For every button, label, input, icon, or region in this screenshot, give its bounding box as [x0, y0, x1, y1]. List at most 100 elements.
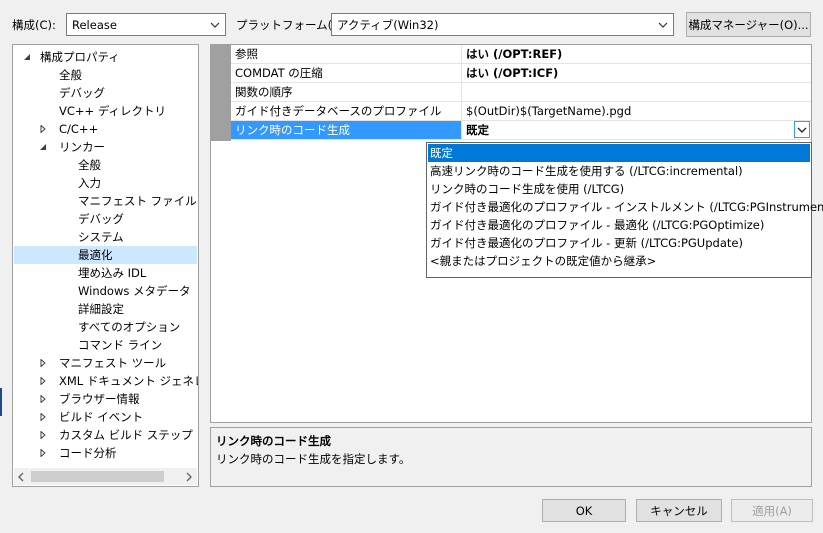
tree-item-label: マニフェスト ツール — [59, 356, 167, 370]
tree-horizontal-scrollbar[interactable] — [14, 468, 197, 485]
triangle-down-icon[interactable] — [22, 52, 32, 62]
tree-item-label: マニフェスト ファイル — [78, 194, 197, 208]
tree-item[interactable]: XML ドキュメント ジェネレーター — [14, 372, 198, 390]
config-value: Release — [72, 17, 117, 32]
triangle-right-icon[interactable] — [38, 448, 48, 458]
description-panel: リンク時のコード生成 リンク時のコード生成を指定します。 — [210, 427, 812, 487]
description-text: リンク時のコード生成を指定します。 — [216, 452, 411, 466]
tree-item-label: コマンド ライン — [78, 338, 163, 352]
grid-gutter — [211, 45, 231, 141]
property-name: ガイド付きデータベースのプロファイル — [231, 102, 462, 120]
property-value[interactable]: はい (/OPT:ICF) — [463, 64, 811, 82]
property-value[interactable] — [463, 83, 811, 101]
tree-item[interactable]: コード分析 — [14, 444, 197, 462]
tree-item[interactable]: ビルド イベント — [14, 408, 197, 426]
cancel-button[interactable]: キャンセル — [636, 499, 722, 522]
apply-button[interactable]: 適用(A) — [731, 499, 813, 522]
tree-item[interactable]: C/C++ — [14, 120, 197, 138]
tree-item-label: 埋め込み IDL — [78, 266, 147, 280]
dropdown-option[interactable]: ガイド付き最適化のプロファイル - 最適化 (/LTCG:PGOptimize) — [428, 216, 810, 234]
scroll-right-icon[interactable] — [186, 471, 192, 485]
property-row[interactable]: ガイド付きデータベースのプロファイル $(OutDir)$(TargetName)… — [231, 102, 811, 121]
chevron-down-icon — [656, 18, 670, 32]
tree-item[interactable]: カスタム ビルド ステップ — [14, 426, 197, 444]
triangle-right-icon[interactable] — [38, 124, 48, 134]
property-value[interactable]: はい (/OPT:REF) — [463, 45, 811, 63]
tree-item[interactable]: 構成プロパティ — [14, 48, 197, 66]
tree-item-label: Windows メタデータ — [78, 284, 191, 298]
triangle-right-icon[interactable] — [38, 376, 48, 386]
tree-item[interactable]: コマンド ライン — [14, 336, 197, 354]
tree-item-label: ブラウザー情報 — [59, 392, 140, 406]
tree-item[interactable]: 詳細設定 — [14, 300, 197, 318]
tree-item-label: デバッグ — [59, 86, 105, 100]
tree-item[interactable]: ブラウザー情報 — [14, 390, 197, 408]
property-value-text: はい (/OPT:ICF) — [466, 66, 559, 80]
ok-button[interactable]: OK — [542, 499, 626, 522]
tree-item[interactable]: 全般 — [14, 156, 197, 174]
config-combobox[interactable]: Release — [66, 13, 226, 36]
dropdown-option[interactable]: 高速リンク時のコード生成を使用する (/LTCG:incremental) — [428, 162, 810, 180]
tree-item[interactable]: VC++ ディレクトリ — [14, 102, 197, 120]
tree-item-label: 全般 — [59, 68, 82, 82]
tree-item-label: 最適化 — [78, 248, 113, 262]
tree-item[interactable]: マニフェスト ツール — [14, 354, 197, 372]
tree-item[interactable]: 埋め込み IDL — [14, 264, 197, 282]
property-row[interactable]: 関数の順序 — [231, 83, 811, 102]
property-value[interactable]: $(OutDir)$(TargetName).pgd — [463, 102, 811, 120]
tree-item[interactable]: 最適化 — [14, 246, 197, 264]
scroll-thumb[interactable] — [31, 471, 164, 482]
triangle-right-icon[interactable] — [38, 430, 48, 440]
property-name: 参照 — [231, 45, 462, 63]
dropdown-option[interactable]: ガイド付き最適化のプロファイル - 更新 (/LTCG:PGUpdate) — [428, 234, 810, 252]
scroll-left-icon[interactable] — [18, 471, 24, 485]
tree-item[interactable]: リンカー — [14, 138, 197, 156]
tree-item-label: 構成プロパティ — [40, 50, 120, 64]
tree-item-label: コード分析 — [59, 446, 117, 460]
chevron-down-icon — [208, 18, 222, 32]
tree-item-label: リンカー — [59, 140, 105, 154]
property-value[interactable]: 既定 — [463, 121, 811, 139]
property-value-text: $(OutDir)$(TargetName).pgd — [466, 104, 632, 118]
tree-item[interactable]: デバッグ — [14, 210, 197, 228]
tree-item-label: すべてのオプション — [78, 320, 181, 334]
property-value-text: 既定 — [466, 123, 489, 137]
tree-item-label: XML ドキュメント ジェネレーター — [59, 374, 198, 388]
tree-item-label: カスタム ビルド ステップ — [59, 428, 193, 442]
triangle-right-icon[interactable] — [38, 358, 48, 368]
dropdown-option[interactable]: <親またはプロジェクトの既定値から継承> — [428, 252, 810, 270]
property-name: COMDAT の圧縮 — [231, 64, 462, 82]
ltcg-dropdown-list[interactable]: 既定 高速リンク時のコード生成を使用する (/LTCG:incremental) リ… — [426, 142, 823, 278]
property-row[interactable]: リンク時のコード生成 既定 — [231, 121, 811, 140]
config-label: 構成(C): — [12, 18, 56, 32]
tree-item[interactable]: システム — [14, 228, 197, 246]
property-name: 関数の順序 — [231, 83, 462, 101]
tree-item[interactable]: デバッグ — [14, 84, 197, 102]
property-row[interactable]: 参照 はい (/OPT:REF) — [231, 45, 811, 64]
config-manager-button[interactable]: 構成マネージャー(O)... — [686, 12, 811, 37]
chevron-down-icon[interactable] — [794, 121, 810, 138]
tree-item[interactable]: すべてのオプション — [14, 318, 197, 336]
triangle-down-icon[interactable] — [38, 142, 48, 152]
dropdown-option[interactable]: 既定 — [428, 144, 810, 162]
tree-item[interactable]: 入力 — [14, 174, 197, 192]
tree-item[interactable]: マニフェスト ファイル — [14, 192, 197, 210]
triangle-right-icon[interactable] — [38, 394, 48, 404]
property-tree[interactable]: 構成プロパティ 全般 デバッグ VC++ ディレクトリ C/C++ リンカー 全般 入力 マニフ… — [12, 44, 199, 487]
property-value-text: はい (/OPT:REF) — [466, 47, 563, 61]
tree-item-label: ビルド イベント — [59, 410, 144, 424]
description-title: リンク時のコード生成 — [216, 434, 331, 448]
platform-value: アクティブ(Win32) — [337, 17, 439, 32]
tree-item[interactable]: 全般 — [14, 66, 197, 84]
tree-item[interactable]: Windows メタデータ — [14, 282, 197, 300]
dropdown-option[interactable]: ガイド付き最適化のプロファイル - インストルメント (/LTCG:PGInst… — [428, 198, 823, 216]
tree-item-label: C/C++ — [59, 122, 99, 136]
triangle-right-icon[interactable] — [38, 412, 48, 422]
tree-item-label: VC++ ディレクトリ — [59, 104, 167, 118]
tree-item-label: 入力 — [78, 176, 101, 190]
tree-item-label: システム — [78, 230, 124, 244]
dropdown-option[interactable]: リンク時のコード生成を使用 (/LTCG) — [428, 180, 810, 198]
platform-combobox[interactable]: アクティブ(Win32) — [331, 13, 674, 36]
property-row[interactable]: COMDAT の圧縮 はい (/OPT:ICF) — [231, 64, 811, 83]
property-name: リンク時のコード生成 — [231, 121, 462, 139]
